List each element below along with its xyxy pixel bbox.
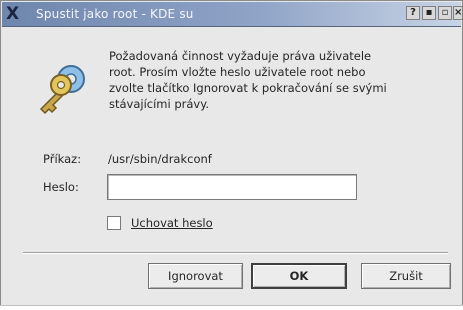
title-bar[interactable]: X Spustit jako root - KDE su ? ▪ ▫ × bbox=[2, 2, 463, 27]
command-label: Příkaz: bbox=[43, 152, 82, 166]
remember-password-label[interactable]: Uchovat heslo bbox=[131, 216, 213, 230]
cancel-button[interactable]: Zrušit bbox=[361, 263, 451, 289]
message-line: Požadovaná činnost vyžaduje práva uživat… bbox=[109, 49, 372, 63]
kdesu-dialog: X Spustit jako root - KDE su ? ▪ ▫ × Pož… bbox=[0, 0, 463, 306]
maximize-button[interactable]: ▫ bbox=[438, 6, 452, 20]
password-field[interactable] bbox=[107, 174, 357, 200]
ignore-button[interactable]: Ignorovat bbox=[148, 263, 243, 289]
close-button[interactable]: × bbox=[453, 6, 463, 20]
command-value: /usr/sbin/drakconf bbox=[108, 152, 212, 166]
remember-password-checkbox[interactable] bbox=[107, 216, 121, 230]
message-line: zvolte tlačítko Ignorovat k pokračování … bbox=[109, 81, 387, 95]
window-bottom-edge bbox=[0, 305, 463, 306]
message-text: Požadovaná činnost vyžaduje práva uživat… bbox=[109, 48, 449, 112]
minimize-button[interactable]: ▪ bbox=[422, 6, 436, 20]
window-menu-icon[interactable]: X bbox=[6, 4, 34, 24]
password-label: Heslo: bbox=[43, 180, 79, 194]
separator bbox=[23, 252, 448, 254]
keys-icon bbox=[39, 65, 85, 115]
message-line: stávajícími právy. bbox=[109, 97, 210, 111]
help-button[interactable]: ? bbox=[406, 6, 420, 20]
message-line: root. Prosím vložte heslo uživatele root… bbox=[109, 65, 366, 79]
ok-button[interactable]: OK bbox=[251, 263, 347, 289]
window-title: Spustit jako root - KDE su bbox=[36, 7, 194, 21]
